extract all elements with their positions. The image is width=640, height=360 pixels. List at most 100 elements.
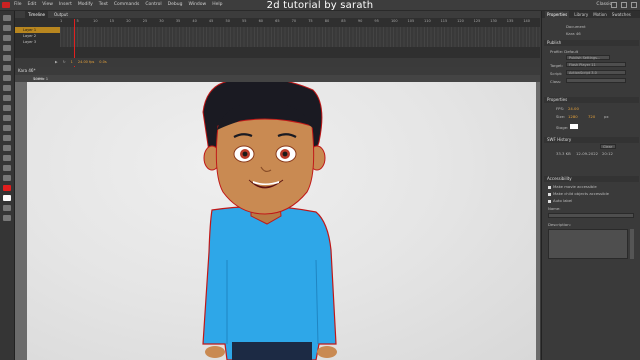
frame-grid[interactable] <box>60 27 540 47</box>
target-label: Target: <box>550 63 564 68</box>
accessibility-option[interactable]: Auto label <box>548 198 572 203</box>
stroke-color-swatch[interactable] <box>3 185 11 191</box>
loop-icon[interactable]: ↻ <box>63 60 66 64</box>
free-transform-tool-icon[interactable] <box>3 35 11 41</box>
checkbox-icon[interactable] <box>548 192 551 196</box>
script-select[interactable]: ActionScript 3.0 <box>566 70 626 75</box>
tab-swatches[interactable]: Swatches <box>612 11 631 18</box>
width-value[interactable]: 1280 <box>568 114 578 119</box>
ruler-tick: 15 <box>109 19 115 23</box>
snap-icon[interactable] <box>3 215 11 221</box>
size-label: Size: <box>556 114 566 119</box>
zoom-tool-icon[interactable] <box>3 175 11 181</box>
swap-colors-icon[interactable] <box>3 205 11 211</box>
document-tab[interactable]: Kara 46* <box>18 68 35 73</box>
swf-size: 33.3 KB <box>556 151 571 156</box>
frame-ruler[interactable]: 1 5 10 15 20 25 30 35 40 45 50 55 60 65 … <box>60 19 540 26</box>
name-field[interactable] <box>548 213 634 218</box>
doc-type: Document <box>566 24 586 29</box>
class-field[interactable] <box>566 78 626 83</box>
publish-settings-button[interactable]: Publish Settings... <box>566 55 610 60</box>
elapsed-time: 0.0s <box>99 60 107 64</box>
clear-button[interactable]: Clear <box>600 144 616 149</box>
doc-name: Kara 46 <box>566 31 581 36</box>
lasso-tool-icon[interactable] <box>3 45 11 51</box>
ruler-tick: 80 <box>324 19 330 23</box>
ruler-tick: 30 <box>159 19 164 23</box>
brush-tool-icon[interactable] <box>3 105 11 111</box>
eyedropper-icon[interactable] <box>3 145 11 151</box>
ruler-tick: 130 <box>490 19 497 23</box>
publish-section-header[interactable]: Publish <box>544 40 639 46</box>
ruler-tick: 20 <box>126 19 131 23</box>
stage-label: Stage: <box>556 125 569 130</box>
ruler-tick: 55 <box>242 19 247 23</box>
ruler-tick: 95 <box>374 19 379 23</box>
ruler-tick: 140 <box>523 19 530 23</box>
ruler-tick: 125 <box>473 19 481 23</box>
fill-color-swatch[interactable] <box>3 195 11 201</box>
pencil-tool-icon[interactable] <box>3 95 11 101</box>
fps-label: FPS: <box>556 106 565 111</box>
bone-tool-icon[interactable] <box>3 125 11 131</box>
class-label: Class: <box>550 79 562 84</box>
description-field[interactable] <box>548 229 628 259</box>
zoom-select[interactable]: 100% <box>33 76 534 81</box>
tab-motion[interactable]: Motion <box>593 11 607 18</box>
accessibility-option-label: Make child objects accessible <box>553 191 609 196</box>
ruler-tick: 105 <box>407 19 415 23</box>
rectangle-tool-icon[interactable] <box>3 85 11 91</box>
accessibility-option[interactable]: Make movie accessible <box>548 184 597 189</box>
checkbox-icon[interactable] <box>548 199 551 203</box>
ruler-tick: 60 <box>258 19 264 23</box>
ruler-tick: 85 <box>341 19 346 23</box>
fps-value[interactable]: 24.00 <box>568 106 579 111</box>
tab-properties[interactable]: Properties <box>545 11 570 18</box>
selection-tool-icon[interactable] <box>3 15 11 21</box>
pen-tool-icon[interactable] <box>3 55 11 61</box>
deco-tool-icon[interactable] <box>3 115 11 121</box>
properties-tabs: Properties Library Motion Swatches <box>542 11 640 18</box>
timeline-panel: Timeline Output 1 5 10 15 20 25 30 35 40… <box>15 11 580 74</box>
line-tool-icon[interactable] <box>3 75 11 81</box>
description-scrollbar[interactable] <box>630 229 634 259</box>
accessibility-header[interactable]: Accessibility <box>544 176 639 182</box>
accessibility-option-label: Auto label <box>553 198 573 203</box>
ruler-tick: 70 <box>291 19 297 23</box>
target-select[interactable]: Flash Player 11 <box>566 62 626 67</box>
properties-section-header[interactable]: Properties <box>544 97 639 103</box>
play-icon[interactable]: ▶ <box>55 60 58 64</box>
stage-color-swatch[interactable] <box>570 124 578 129</box>
swf-history-header[interactable]: SWF History <box>544 137 639 143</box>
character-artwork <box>202 82 337 360</box>
accessibility-option[interactable]: Make child objects accessible <box>548 191 609 196</box>
profile-label: Profile: Default <box>550 49 579 54</box>
timeline-tabs: Timeline Output <box>15 11 540 18</box>
height-value[interactable]: 720 <box>588 114 595 119</box>
eraser-icon[interactable] <box>3 155 11 161</box>
tools-panel <box>0 11 15 360</box>
timeline-controls: ▶ ↻ 1 24.00 fps 0.0s <box>15 58 580 66</box>
stage[interactable] <box>27 82 536 360</box>
layer-row[interactable]: Layer 3 <box>15 39 60 45</box>
properties-panel: Properties Library Motion Swatches Docum… <box>541 11 640 360</box>
ruler-tick: 110 <box>424 19 431 23</box>
checkbox-icon[interactable] <box>548 185 551 189</box>
current-frame: 1 <box>70 60 73 64</box>
subselection-tool-icon[interactable] <box>3 25 11 31</box>
ruler-tick: 75 <box>308 19 313 23</box>
ruler-tick: 65 <box>275 19 280 23</box>
layer-list: Layer 1 Layer 2 Layer 3 <box>15 27 60 45</box>
description-label: Description: <box>548 222 571 227</box>
tab-output[interactable]: Output <box>54 11 68 18</box>
text-tool-icon[interactable] <box>3 65 11 71</box>
ruler-tick: 120 <box>457 19 464 23</box>
document-tab-bar: Kara 46* <box>15 67 540 75</box>
ruler-tick: 115 <box>440 19 448 23</box>
tab-library[interactable]: Library <box>574 11 588 18</box>
tab-timeline[interactable]: Timeline <box>25 11 49 18</box>
paint-bucket-icon[interactable] <box>3 135 11 141</box>
accessibility-option-label: Make movie accessible <box>553 184 597 189</box>
hand-tool-icon[interactable] <box>3 165 11 171</box>
frame-rate[interactable]: 24.00 fps <box>78 60 94 64</box>
